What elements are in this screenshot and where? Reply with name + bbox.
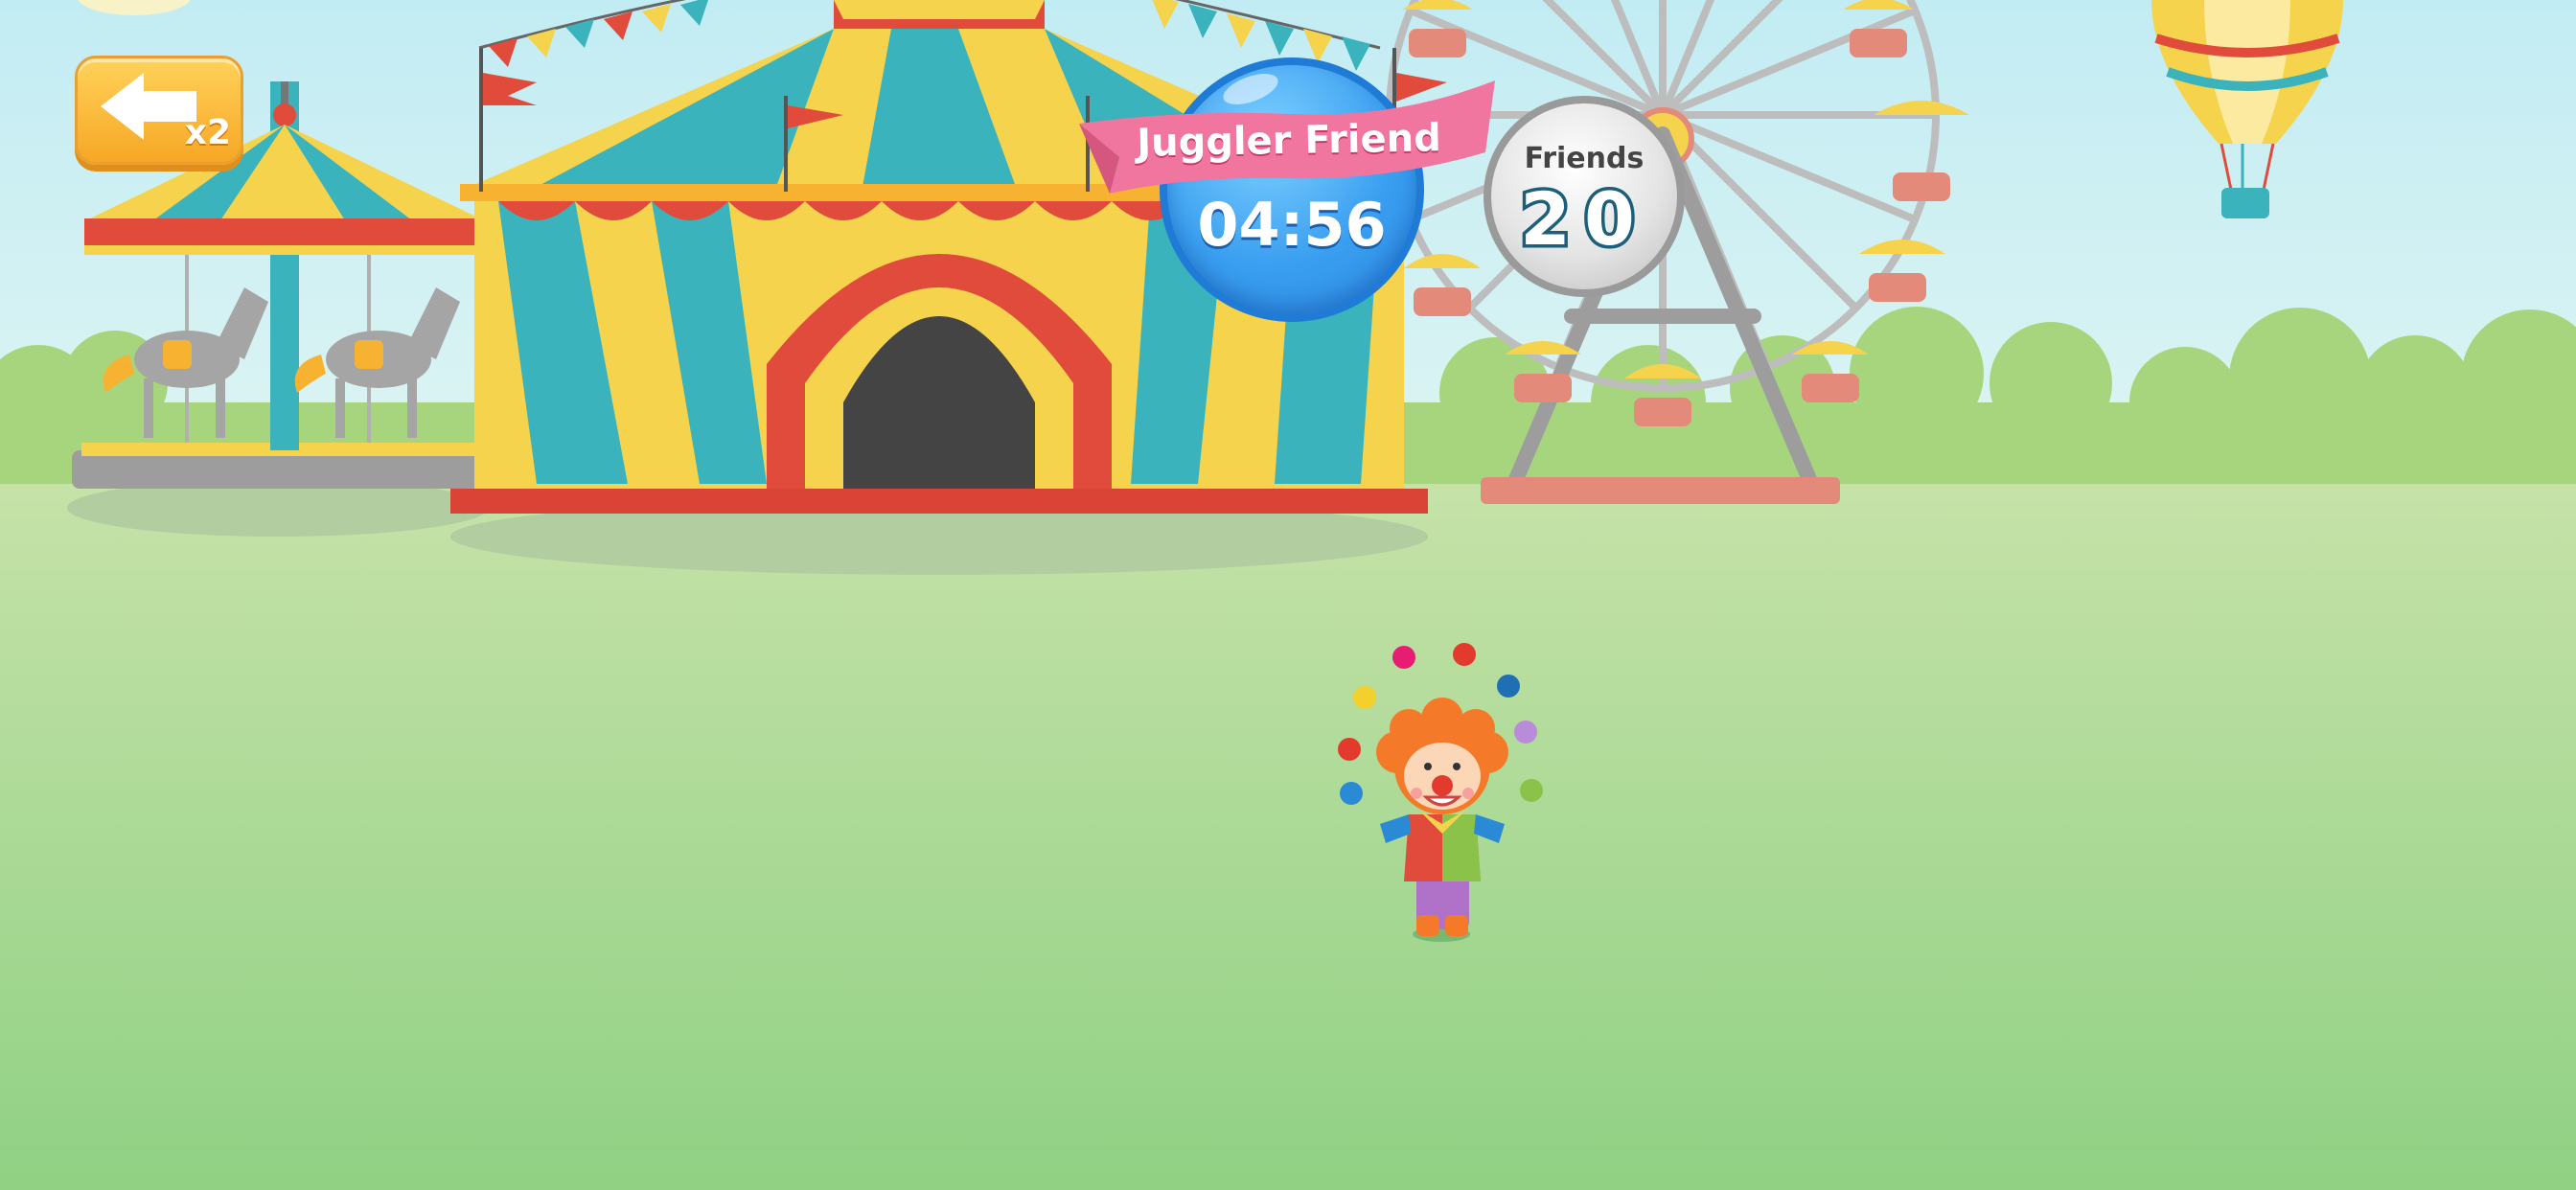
- friends-count: 20: [1517, 173, 1648, 265]
- back-multiplier: x2: [184, 113, 231, 152]
- back-button[interactable]: x2: [75, 56, 243, 165]
- grass-field: [0, 484, 2576, 1190]
- friends-label: Friends: [1524, 142, 1644, 175]
- challenge-title: Juggler Friend: [1136, 116, 1442, 166]
